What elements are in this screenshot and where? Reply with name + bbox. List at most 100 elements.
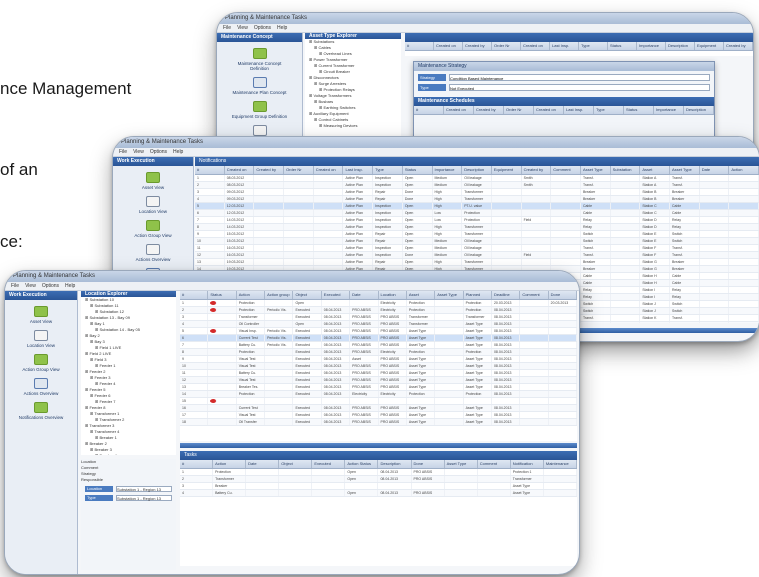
- menu-item-options[interactable]: Options: [42, 282, 59, 290]
- column-header[interactable]: Action: [729, 166, 759, 174]
- tree-item[interactable]: ⊞ Measuring Devices: [305, 123, 401, 129]
- column-header[interactable]: Location: [379, 291, 407, 299]
- column-header[interactable]: Action Status: [345, 460, 379, 468]
- location-field[interactable]: Location Substation 1 - Region 13: [85, 486, 172, 492]
- column-header[interactable]: Equipment: [695, 42, 724, 50]
- table-row[interactable]: 4 09.03.2012 Active Plan Repair Done High Tran…: [195, 196, 759, 203]
- table-row[interactable]: 6 Current Test Periodic Vis. Executed 08.04.…: [180, 335, 577, 342]
- nav-button[interactable]: Maintenance Plan Concept: [230, 77, 290, 95]
- splitter-bar[interactable]: [180, 443, 577, 448]
- table-row[interactable]: 17 Visual Test Executed 08.04.2013 PRO ABSIS…: [180, 412, 577, 419]
- nav-button[interactable]: Asset View: [16, 306, 66, 324]
- column-header[interactable]: Asset: [640, 166, 670, 174]
- nav-button[interactable]: Equipment Group Definition: [230, 101, 290, 119]
- column-header[interactable]: Description: [684, 106, 714, 114]
- column-header[interactable]: Order Nr: [492, 42, 521, 50]
- column-header[interactable]: Action: [213, 460, 247, 468]
- column-header[interactable]: Type: [579, 42, 608, 50]
- table-row[interactable]: 6 12.03.2012 Active Plan Inspection Open Low P…: [195, 210, 759, 217]
- nav-button[interactable]: Action Group View: [125, 220, 181, 238]
- table-row[interactable]: 5 Visual Insp. Periodic Vis. Executed 08.04.…: [180, 328, 577, 335]
- table-row[interactable]: 2 Transformer Open 08.04.2013 PRO ABSIS Trans…: [180, 476, 577, 483]
- column-header[interactable]: Asset Type: [581, 166, 611, 174]
- table-row[interactable]: 9 15.03.2012 Active Plan Repair Open High Tran…: [195, 231, 759, 238]
- column-header[interactable]: Created by: [463, 42, 492, 50]
- table-row[interactable]: 1 08.03.2012 Active Plan Inspection Open Medi…: [195, 175, 759, 182]
- column-header[interactable]: Date: [700, 166, 730, 174]
- column-header[interactable]: Done: [549, 291, 577, 299]
- column-header[interactable]: Created on: [534, 106, 564, 114]
- column-header[interactable]: Executed: [322, 291, 351, 299]
- column-header[interactable]: #: [180, 291, 209, 299]
- menu-item-options[interactable]: Options: [150, 148, 167, 156]
- column-header[interactable]: Date: [350, 291, 379, 299]
- nav-button[interactable]: Actions Overview: [16, 378, 66, 396]
- column-header[interactable]: #: [405, 42, 434, 50]
- column-header[interactable]: Action group: [265, 291, 294, 299]
- table-row[interactable]: 1 Protection Open 08.04.2013 PRO ABSIS Protec…: [180, 469, 577, 476]
- column-header[interactable]: Asset: [407, 291, 436, 299]
- table-row[interactable]: 4 Battery Cu. Open 08.04.2013 PRO ABSIS Asset…: [180, 490, 577, 497]
- table-row[interactable]: 10 Visual Test Executed 08.04.2013 PRO ABSIS…: [180, 363, 577, 370]
- table-row[interactable]: 3 09.03.2012 Active Plan Repair Done High Tran…: [195, 189, 759, 196]
- table-row[interactable]: 12 Visual Test Executed 08.04.2013 PRO ABSIS…: [180, 377, 577, 384]
- nav-button[interactable]: Location View: [125, 196, 181, 214]
- table-row[interactable]: 15: [180, 398, 577, 405]
- nav-button[interactable]: Action Group View: [16, 354, 66, 372]
- menu-item-view[interactable]: View: [25, 282, 36, 290]
- column-header[interactable]: Maintenance: [544, 460, 577, 468]
- column-header[interactable]: Created by: [724, 42, 753, 50]
- menu-item-help[interactable]: Help: [173, 148, 183, 156]
- menu-item-options[interactable]: Options: [254, 24, 271, 32]
- table-row[interactable]: 2 08.03.2012 Active Plan Inspection Open Medi…: [195, 182, 759, 189]
- column-header[interactable]: Order Nr: [504, 106, 534, 114]
- column-header[interactable]: Created on: [521, 42, 550, 50]
- column-header[interactable]: Type: [373, 166, 403, 174]
- location-properties[interactable]: Location Comment Strategy Responsible Locati…: [81, 459, 176, 570]
- column-header[interactable]: Status: [624, 106, 654, 114]
- menu-item-view[interactable]: View: [237, 24, 248, 32]
- table-row[interactable]: 8 14.03.2012 Active Plan Inspection Open High…: [195, 224, 759, 231]
- column-header[interactable]: Order Nr: [284, 166, 314, 174]
- column-header[interactable]: Done: [412, 460, 445, 468]
- table-row[interactable]: 3 Breaker Asset Type: [180, 483, 577, 490]
- table-row[interactable]: 1 Protection Open Electricity Protection Prot…: [180, 300, 577, 307]
- column-header[interactable]: Substation: [611, 166, 641, 174]
- column-header[interactable]: Equipment: [492, 166, 522, 174]
- column-header[interactable]: Executed: [312, 460, 346, 468]
- column-header[interactable]: Action: [237, 291, 266, 299]
- column-header[interactable]: Asset Type: [445, 460, 478, 468]
- column-header[interactable]: Importance: [637, 42, 666, 50]
- menu-item-view[interactable]: View: [133, 148, 144, 156]
- menu-item-help[interactable]: Help: [277, 24, 287, 32]
- nav-button[interactable]: Maintenance Concept Definition: [230, 48, 290, 71]
- column-header[interactable]: Last Insp.: [550, 42, 579, 50]
- table-row[interactable]: 7 14.03.2012 Active Plan Inspection Open Low P…: [195, 217, 759, 224]
- column-header[interactable]: Asset Type: [435, 291, 464, 299]
- table-row[interactable]: 14 Protection Executed 08.04.2013 Electricit…: [180, 391, 577, 398]
- column-header[interactable]: Description: [378, 460, 412, 468]
- column-header[interactable]: Importance: [654, 106, 684, 114]
- column-header[interactable]: Object: [293, 291, 322, 299]
- column-header[interactable]: Created on: [434, 42, 463, 50]
- menu-item-file[interactable]: File: [11, 282, 19, 290]
- actions-grid[interactable]: # Status Action Action group Object Executed D…: [180, 291, 577, 441]
- dialog-field[interactable]: Type Not Executed: [418, 84, 710, 91]
- column-header[interactable]: Notification: [511, 460, 544, 468]
- table-row[interactable]: 4 Oil Controller Open 08.04.2013 PRO ABSIS PR…: [180, 321, 577, 328]
- column-header[interactable]: Comment: [478, 460, 511, 468]
- column-header[interactable]: Status: [208, 291, 237, 299]
- column-header[interactable]: Comment: [551, 166, 581, 174]
- column-header[interactable]: Type: [594, 106, 624, 114]
- table-row[interactable]: 7 Battery Cu. Periodic Vis. Executed 08.04.2…: [180, 342, 577, 349]
- column-header[interactable]: Created by: [474, 106, 504, 114]
- column-header[interactable]: Created on: [225, 166, 255, 174]
- column-header[interactable]: #: [414, 106, 444, 114]
- table-row[interactable]: 13 19.03.2012 Active Plan Repair Open High Tra…: [195, 259, 759, 266]
- column-header[interactable]: Status: [608, 42, 637, 50]
- tasks-grid[interactable]: # Action Date Object Executed Action Status De…: [180, 460, 577, 566]
- strategy-grid[interactable]: # Created on Created by Order Nr Created on L…: [405, 42, 753, 56]
- table-row[interactable]: 12 16.03.2012 Active Plan Inspection Done Med…: [195, 252, 759, 259]
- column-header[interactable]: Asset Type: [670, 166, 700, 174]
- column-header[interactable]: Created by: [254, 166, 285, 174]
